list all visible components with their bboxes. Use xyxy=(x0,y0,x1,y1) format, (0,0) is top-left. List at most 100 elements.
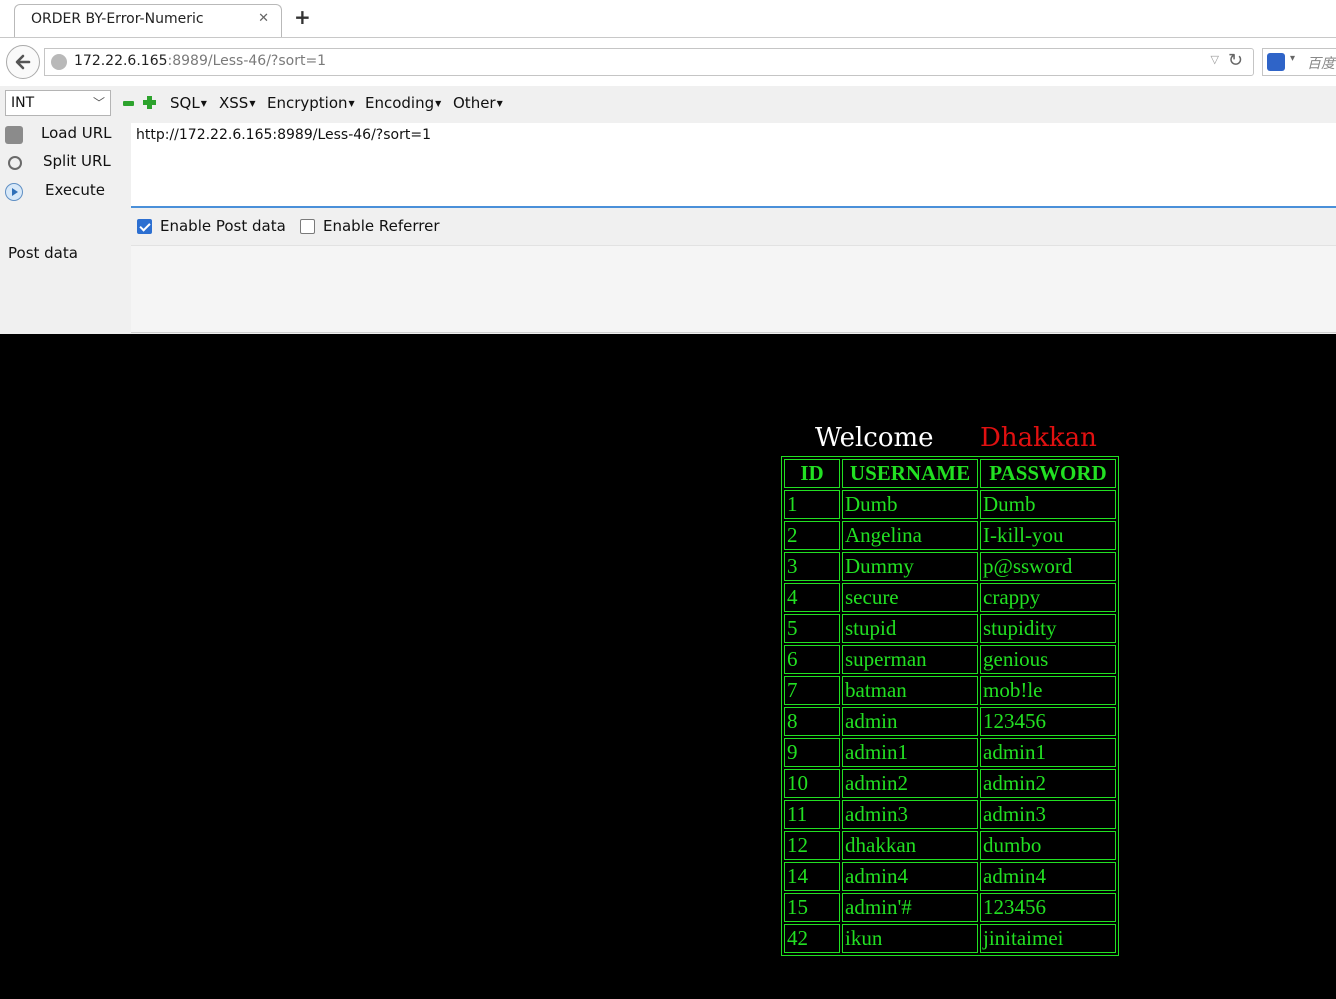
menu-encryption[interactable]: Encryption▼ xyxy=(267,94,355,112)
cell-id: 7 xyxy=(784,676,840,705)
chevron-down-icon: ﹀ xyxy=(92,96,105,110)
cell-username: ikun xyxy=(842,924,978,953)
cell-id: 1 xyxy=(784,490,840,519)
cell-password: p@ssword xyxy=(980,552,1116,581)
cell-password: admin4 xyxy=(980,862,1116,891)
menu-sql-label: SQL xyxy=(170,94,200,112)
new-tab-button[interactable]: + xyxy=(294,7,311,27)
reload-icon[interactable]: ↻ xyxy=(1228,50,1243,71)
menu-encoding-label: Encoding xyxy=(365,94,435,112)
cell-username: superman xyxy=(842,645,978,674)
play-icon xyxy=(5,183,23,201)
table-row: 2 Angelina I-kill-you xyxy=(784,521,1116,550)
search-placeholder: 百度 xyxy=(1307,56,1335,72)
page-content: Welcome Dhakkan ID USERNAME PASSWORD 1 Du… xyxy=(0,334,1336,999)
table-row: 15 admin'# 123456 xyxy=(784,893,1116,922)
menu-other[interactable]: Other▼ xyxy=(453,94,503,112)
cell-username: admin2 xyxy=(842,769,978,798)
welcome-text: Welcome xyxy=(815,423,934,453)
cell-password: dumbo xyxy=(980,831,1116,860)
tab-strip: ORDER BY-Error-Numeric ✕ + xyxy=(0,0,1336,38)
cell-username: batman xyxy=(842,676,978,705)
caret-down-icon: ▼ xyxy=(200,99,207,108)
menu-xss-label: XSS xyxy=(219,94,249,112)
cell-username: Dumb xyxy=(842,490,978,519)
url-path: :8989/Less-46/?sort=1 xyxy=(167,53,327,69)
cell-password: mob!le xyxy=(980,676,1116,705)
table-body: 1 Dumb Dumb 2 Angelina I-kill-you 3 Dummy p@sswo… xyxy=(784,490,1116,953)
search-engine-dropdown-icon[interactable]: ▾ xyxy=(1290,53,1295,64)
scissors-icon xyxy=(8,156,22,170)
back-arrow-icon xyxy=(15,54,31,70)
column-header-password: PASSWORD xyxy=(980,459,1116,488)
table-row: 6 superman genious xyxy=(784,645,1116,674)
url-host: 172.22.6.165 xyxy=(74,53,168,69)
enable-post-label[interactable]: Enable Post data xyxy=(160,217,286,235)
cell-id: 10 xyxy=(784,769,840,798)
back-button[interactable] xyxy=(6,45,40,79)
address-text[interactable]: 172.22.6.165:8989/Less-46/?sort=1 xyxy=(74,53,326,69)
cell-id: 15 xyxy=(784,893,840,922)
cell-username: admin xyxy=(842,707,978,736)
caret-down-icon: ▼ xyxy=(348,99,355,108)
cell-id: 2 xyxy=(784,521,840,550)
table-row: 5 stupid stupidity xyxy=(784,614,1116,643)
increment-icon[interactable] xyxy=(143,96,156,109)
cell-password: admin3 xyxy=(980,800,1116,829)
table-row: 4 secure crappy xyxy=(784,583,1116,612)
menu-encryption-label: Encryption xyxy=(267,94,348,112)
cell-username: dhakkan xyxy=(842,831,978,860)
hackbar-url-text: http://172.22.6.165:8989/Less-46/?sort=1 xyxy=(136,127,431,143)
cell-password: 123456 xyxy=(980,893,1116,922)
table-row: 9 admin1 admin1 xyxy=(784,738,1116,767)
int-select-value: INT xyxy=(11,95,35,111)
cell-password: stupidity xyxy=(980,614,1116,643)
cell-id: 42 xyxy=(784,924,840,953)
enable-post-checkbox[interactable] xyxy=(137,219,152,234)
execute-button[interactable]: Execute xyxy=(0,179,125,205)
search-box[interactable]: ▾ 百度 xyxy=(1262,48,1336,76)
menu-sql[interactable]: SQL▼ xyxy=(170,94,207,112)
menu-encoding[interactable]: Encoding▼ xyxy=(365,94,441,112)
baidu-paw-icon[interactable] xyxy=(1267,53,1285,71)
address-bar[interactable]: 172.22.6.165:8989/Less-46/?sort=1 ▽ ↻ xyxy=(44,48,1254,76)
cell-username: secure xyxy=(842,583,978,612)
cell-password: Dumb xyxy=(980,490,1116,519)
post-data-textarea[interactable] xyxy=(131,245,1336,333)
cell-username: admin'# xyxy=(842,893,978,922)
cell-username: admin4 xyxy=(842,862,978,891)
cell-id: 12 xyxy=(784,831,840,860)
execute-label: Execute xyxy=(45,181,105,199)
close-tab-icon[interactable]: ✕ xyxy=(258,12,269,26)
active-tab[interactable]: ORDER BY-Error-Numeric ✕ xyxy=(14,4,282,37)
split-url-label: Split URL xyxy=(43,152,111,170)
split-url-button[interactable]: Split URL xyxy=(0,150,125,176)
table-row: 12 dhakkan dumbo xyxy=(784,831,1116,860)
cell-id: 11 xyxy=(784,800,840,829)
caret-down-icon: ▼ xyxy=(249,99,256,108)
cell-password: admin1 xyxy=(980,738,1116,767)
user-name: Dhakkan xyxy=(980,423,1097,453)
menu-other-label: Other xyxy=(453,94,496,112)
cell-username: admin3 xyxy=(842,800,978,829)
cell-id: 5 xyxy=(784,614,840,643)
enable-referrer-label[interactable]: Enable Referrer xyxy=(323,217,439,235)
enable-referrer-checkbox[interactable] xyxy=(300,219,315,234)
menu-xss[interactable]: XSS▼ xyxy=(219,94,255,112)
column-header-username: USERNAME xyxy=(842,459,978,488)
table-row: 8 admin 123456 xyxy=(784,707,1116,736)
hackbar-url-textarea[interactable]: http://172.22.6.165:8989/Less-46/?sort=1 xyxy=(131,123,1336,208)
int-select[interactable]: INT ﹀ xyxy=(5,90,111,116)
cell-password: genious xyxy=(980,645,1116,674)
table-row: 7 batman mob!le xyxy=(784,676,1116,705)
history-dropdown-icon[interactable]: ▽ xyxy=(1211,53,1219,66)
decrement-icon[interactable] xyxy=(123,101,134,106)
table-header-row: ID USERNAME PASSWORD xyxy=(784,459,1116,488)
load-url-button[interactable]: Load URL xyxy=(0,122,125,148)
cell-username: Dummy xyxy=(842,552,978,581)
cell-id: 14 xyxy=(784,862,840,891)
tab-title: ORDER BY-Error-Numeric xyxy=(31,11,204,27)
caret-down-icon: ▼ xyxy=(496,99,503,108)
table-row: 1 Dumb Dumb xyxy=(784,490,1116,519)
cell-username: stupid xyxy=(842,614,978,643)
